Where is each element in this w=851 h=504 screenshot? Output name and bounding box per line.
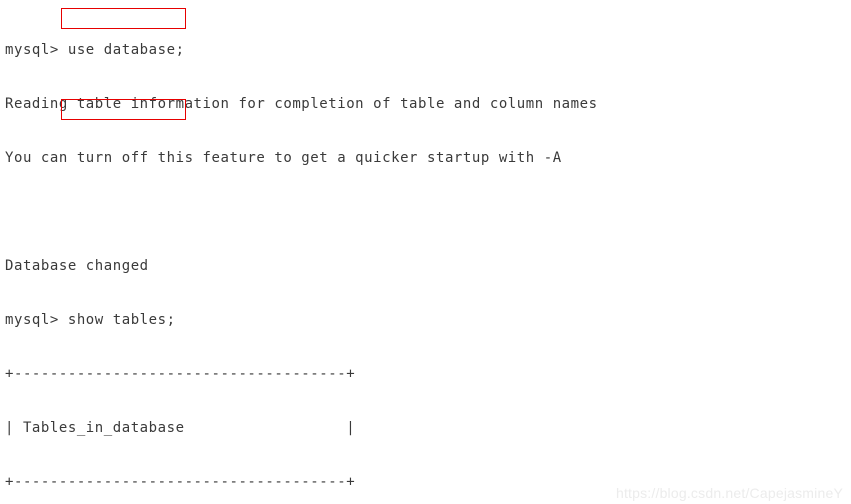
table-header-row: | Tables_in_database | [5, 420, 356, 436]
terminal-line: mysql> show tables; [5, 312, 176, 328]
table-header-border: +-------------------------------------+ [5, 474, 356, 490]
watermark: https://blog.csdn.net/CapejasmineY [615, 485, 843, 501]
table-top-border: +-------------------------------------+ [5, 366, 356, 382]
terminal-window[interactable]: mysql> use database; Reading table infor… [0, 0, 851, 504]
terminal-line: Database changed [5, 258, 149, 274]
terminal-line: You can turn off this feature to get a q… [5, 150, 562, 166]
terminal-output: mysql> use database; Reading table infor… [5, 5, 598, 504]
terminal-line: mysql> use database; [5, 42, 185, 58]
terminal-line: Reading table information for completion… [5, 96, 598, 112]
